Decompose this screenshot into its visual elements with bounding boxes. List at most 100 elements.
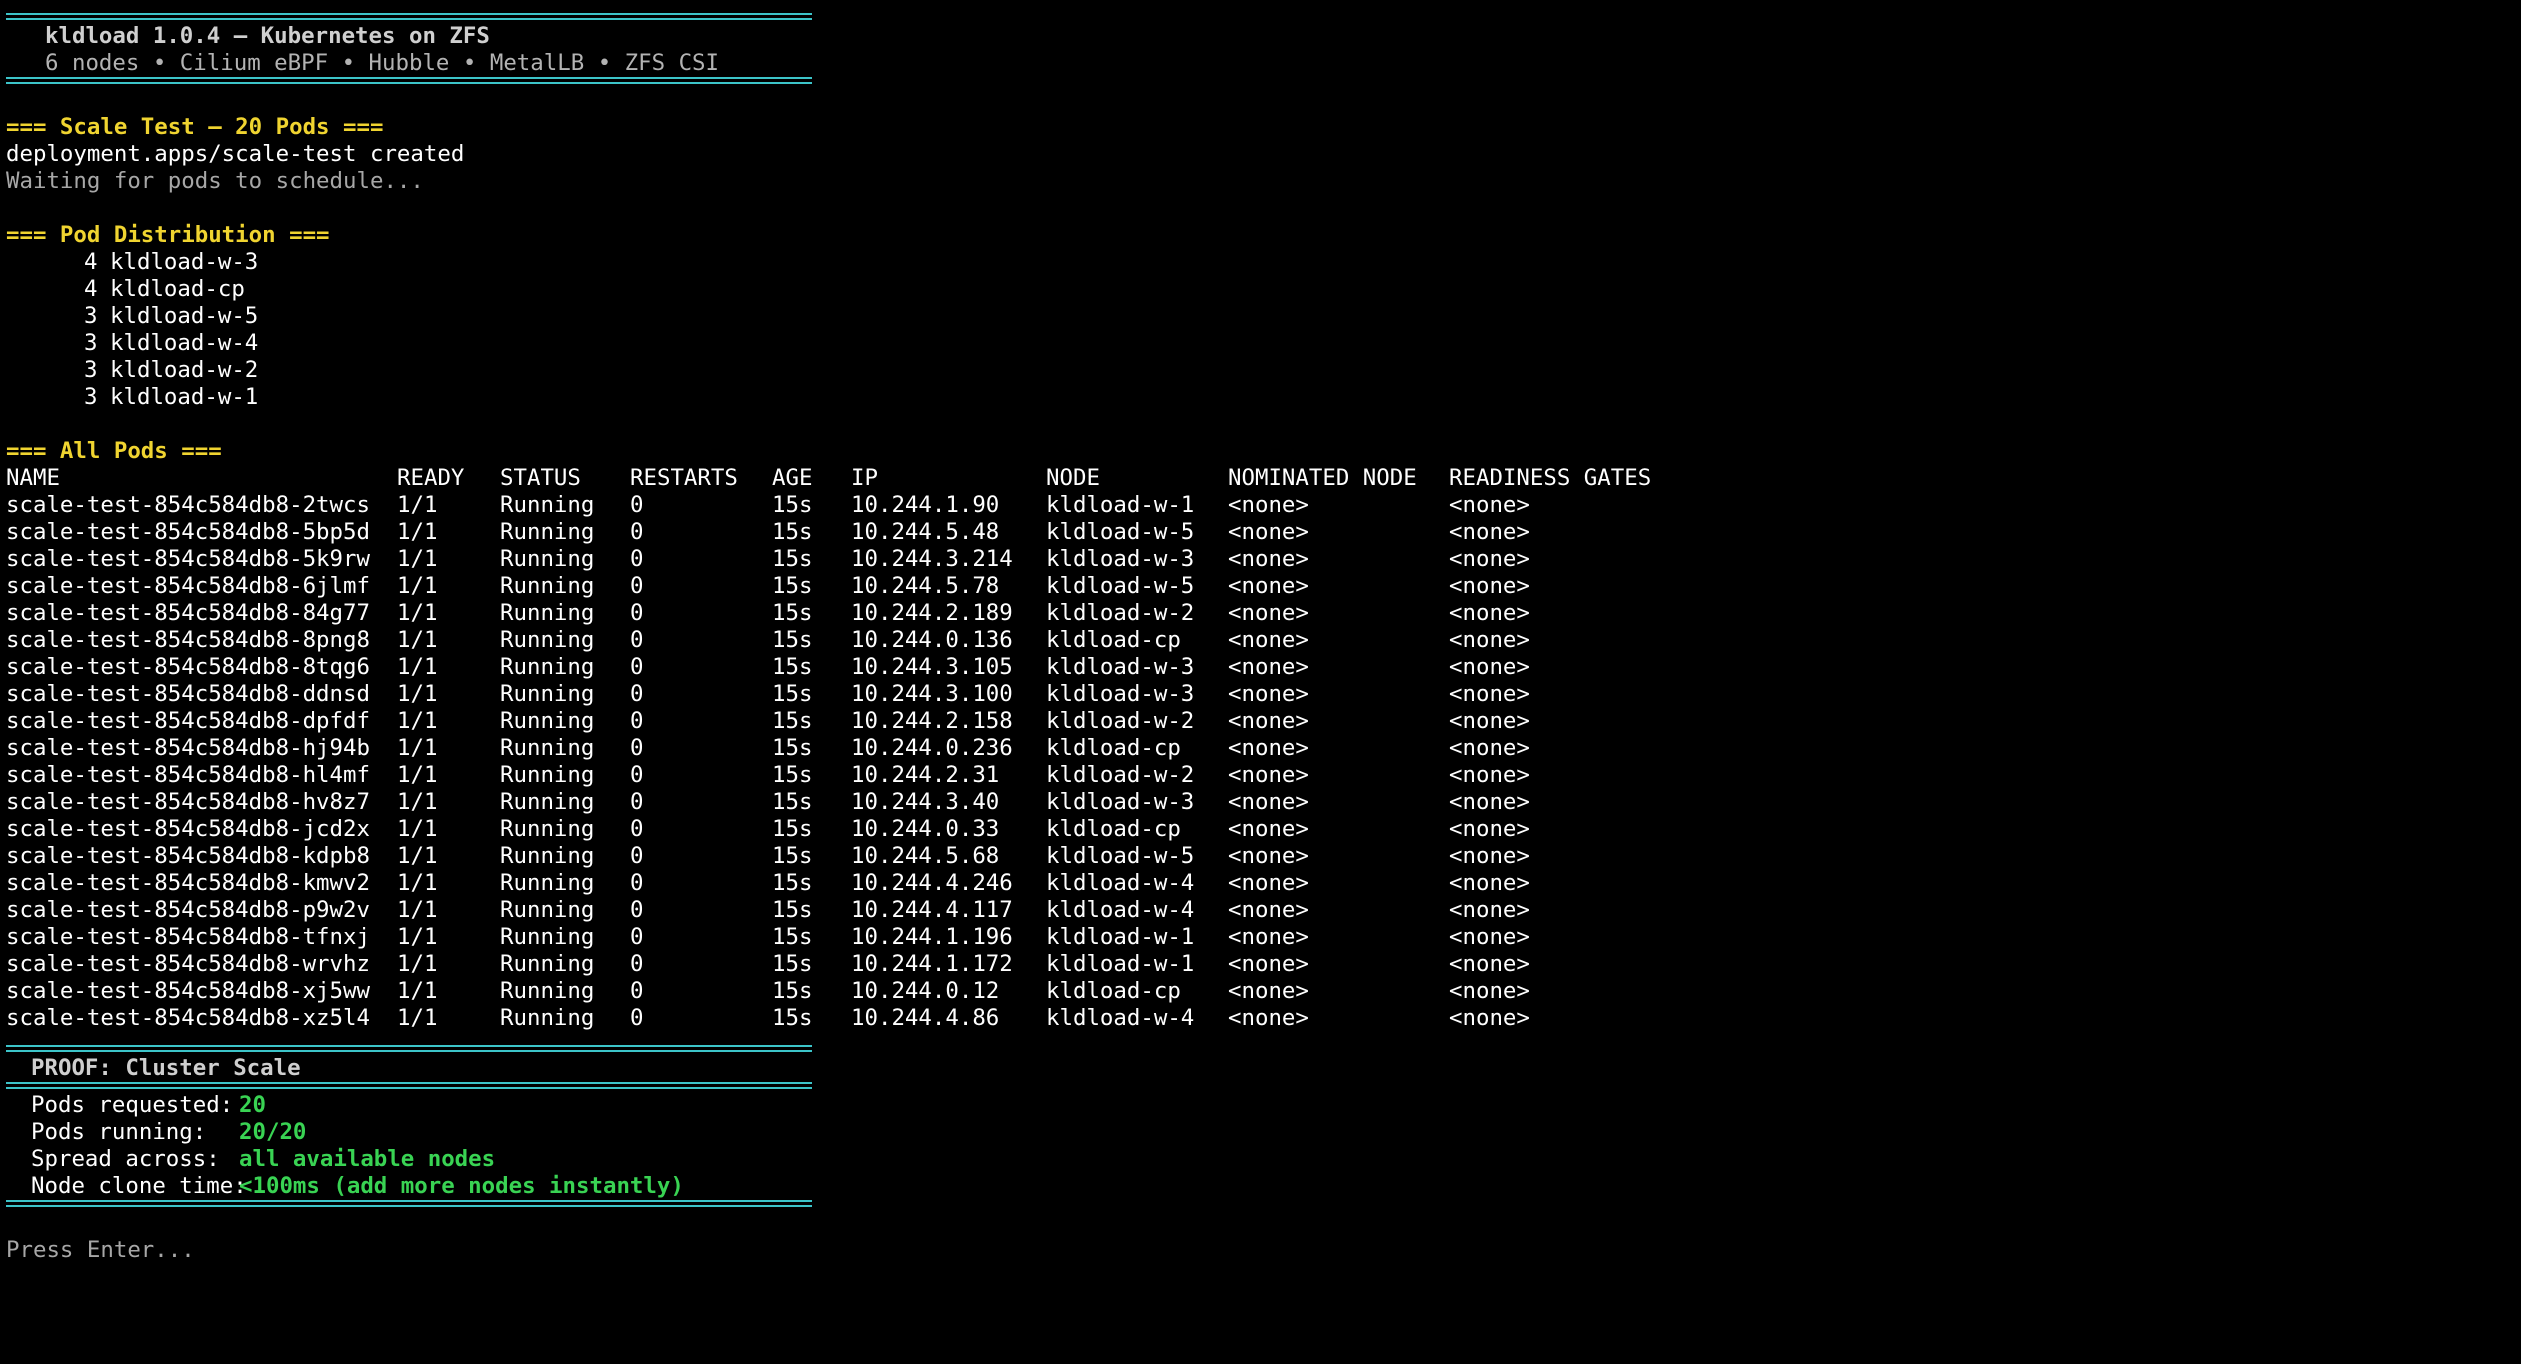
- cell-restarts: 0: [630, 546, 644, 572]
- proof-mid-rule: [6, 1082, 2506, 1092]
- cell-name: scale-test-854c584db8-8png8: [6, 627, 370, 653]
- terminal-output[interactable]: kldload 1.0.4 — Kubernetes on ZFS 6 node…: [6, 13, 2506, 1264]
- cell-ready: 1/1: [397, 843, 438, 869]
- cell-ip: 10.244.1.172: [851, 951, 1013, 977]
- cell-status: Running: [500, 897, 595, 923]
- deployment-created-message: deployment.apps/scale-test created: [6, 141, 465, 167]
- cell-status: Running: [500, 600, 595, 626]
- cell-ip: 10.244.2.31: [851, 762, 1000, 788]
- cell-ip: 10.244.3.214: [851, 546, 1013, 572]
- cell-readiness-gates: <none>: [1449, 708, 1530, 734]
- cell-ready: 1/1: [397, 789, 438, 815]
- cell-status: Running: [500, 789, 595, 815]
- cell-readiness-gates: <none>: [1449, 681, 1530, 707]
- cell-readiness-gates: <none>: [1449, 897, 1530, 923]
- cell-readiness-gates: <none>: [1449, 573, 1530, 599]
- cell-name: scale-test-854c584db8-wrvhz: [6, 951, 370, 977]
- cell-status: Running: [500, 978, 595, 1004]
- pod-distribution-list: 4 kldload-w-3 4 kldload-cp 3 kldload-w-5 3k…: [6, 249, 2506, 411]
- proof-label: Node clone time:: [31, 1173, 247, 1199]
- cell-name: scale-test-854c584db8-ddnsd: [6, 681, 370, 707]
- cell-node: kldload-w-2: [1046, 600, 1195, 626]
- proof-bottom-rule: [6, 1200, 2506, 1210]
- all-pods-header: === All Pods ===: [6, 438, 222, 464]
- cell-node: kldload-w-4: [1046, 897, 1195, 923]
- cell-status: Running: [500, 546, 595, 572]
- cell-nominated-node: <none>: [1228, 978, 1309, 1004]
- cell-name: scale-test-854c584db8-tfnxj: [6, 924, 370, 950]
- cell-node: kldload-w-1: [1046, 492, 1195, 518]
- cell-status: Running: [500, 708, 595, 734]
- distribution-count: 3: [84, 303, 98, 329]
- cell-readiness-gates: <none>: [1449, 546, 1530, 572]
- cell-readiness-gates: <none>: [1449, 519, 1530, 545]
- cell-ready: 1/1: [397, 870, 438, 896]
- cell-nominated-node: <none>: [1228, 546, 1309, 572]
- cell-name: scale-test-854c584db8-hv8z7: [6, 789, 370, 815]
- cell-nominated-node: <none>: [1228, 735, 1309, 761]
- cell-name: scale-test-854c584db8-kdpb8: [6, 843, 370, 869]
- cell-restarts: 0: [630, 573, 644, 599]
- cell-nominated-node: <none>: [1228, 627, 1309, 653]
- cell-ready: 1/1: [397, 519, 438, 545]
- cell-ip: 10.244.4.117: [851, 897, 1013, 923]
- distribution-node: kldload-cp: [110, 276, 245, 302]
- table-row: scale-test-854c584db8-xz5l4 1/1 Running 0 15…: [6, 1005, 2506, 1032]
- cell-age: 15s: [772, 627, 813, 653]
- cell-readiness-gates: <none>: [1449, 600, 1530, 626]
- cell-ip: 10.244.0.236: [851, 735, 1013, 761]
- proof-row: Node clone time: <100ms (add more nodes i…: [6, 1173, 2506, 1200]
- cell-node: kldload-w-3: [1046, 654, 1195, 680]
- cell-ip: 10.244.0.33: [851, 816, 1000, 842]
- cell-name: scale-test-854c584db8-5bp5d: [6, 519, 370, 545]
- cell-node: kldload-w-1: [1046, 951, 1195, 977]
- distribution-node: kldload-w-4: [110, 330, 259, 356]
- table-row: scale-test-854c584db8-2twcs 1/1 Running 0 15…: [6, 492, 2506, 519]
- cell-restarts: 0: [630, 978, 644, 1004]
- cell-ready: 1/1: [397, 573, 438, 599]
- cell-node: kldload-w-3: [1046, 546, 1195, 572]
- cell-name: scale-test-854c584db8-xj5ww: [6, 978, 370, 1004]
- cell-age: 15s: [772, 924, 813, 950]
- cell-restarts: 0: [630, 600, 644, 626]
- cell-node: kldload-w-3: [1046, 789, 1195, 815]
- cell-nominated-node: <none>: [1228, 519, 1309, 545]
- table-row: scale-test-854c584db8-ddnsd 1/1 Running 0 15…: [6, 681, 2506, 708]
- distribution-count: 3: [84, 384, 98, 410]
- cell-ready: 1/1: [397, 978, 438, 1004]
- cell-status: Running: [500, 843, 595, 869]
- cell-ready: 1/1: [397, 816, 438, 842]
- cell-nominated-node: <none>: [1228, 1005, 1309, 1031]
- cell-node: kldload-cp: [1046, 735, 1181, 761]
- cell-restarts: 0: [630, 897, 644, 923]
- cell-age: 15s: [772, 573, 813, 599]
- cell-nominated-node: <none>: [1228, 681, 1309, 707]
- cell-name: scale-test-854c584db8-hl4mf: [6, 762, 370, 788]
- distribution-row: 4 kldload-cp: [6, 276, 2506, 303]
- cell-ip: 10.244.4.246: [851, 870, 1013, 896]
- distribution-node: kldload-w-2: [110, 357, 259, 383]
- distribution-row: 3 kldload-w-2: [6, 357, 2506, 384]
- cell-ready: 1/1: [397, 492, 438, 518]
- proof-title: PROOF: Cluster Scale: [31, 1055, 301, 1081]
- distribution-count: 3: [84, 330, 98, 356]
- cell-name: scale-test-854c584db8-xz5l4: [6, 1005, 370, 1031]
- cell-node: kldload-w-4: [1046, 1005, 1195, 1031]
- cell-ready: 1/1: [397, 600, 438, 626]
- cell-readiness-gates: <none>: [1449, 735, 1530, 761]
- scale-test-header: === Scale Test — 20 Pods ===: [6, 114, 384, 140]
- cell-nominated-node: <none>: [1228, 843, 1309, 869]
- cell-nominated-node: <none>: [1228, 870, 1309, 896]
- cell-age: 15s: [772, 519, 813, 545]
- press-enter-prompt[interactable]: Press Enter...: [6, 1237, 2506, 1264]
- proof-row: Pods requested: 20: [6, 1092, 2506, 1119]
- cell-nominated-node: <none>: [1228, 708, 1309, 734]
- cell-ip: 10.244.1.90: [851, 492, 1000, 518]
- cell-node: kldload-cp: [1046, 627, 1181, 653]
- cell-ready: 1/1: [397, 546, 438, 572]
- proof-value: 20: [239, 1092, 266, 1118]
- cell-node: kldload-cp: [1046, 816, 1181, 842]
- table-row: scale-test-854c584db8-hj94b 1/1 Running 0 15…: [6, 735, 2506, 762]
- cell-age: 15s: [772, 492, 813, 518]
- cell-readiness-gates: <none>: [1449, 789, 1530, 815]
